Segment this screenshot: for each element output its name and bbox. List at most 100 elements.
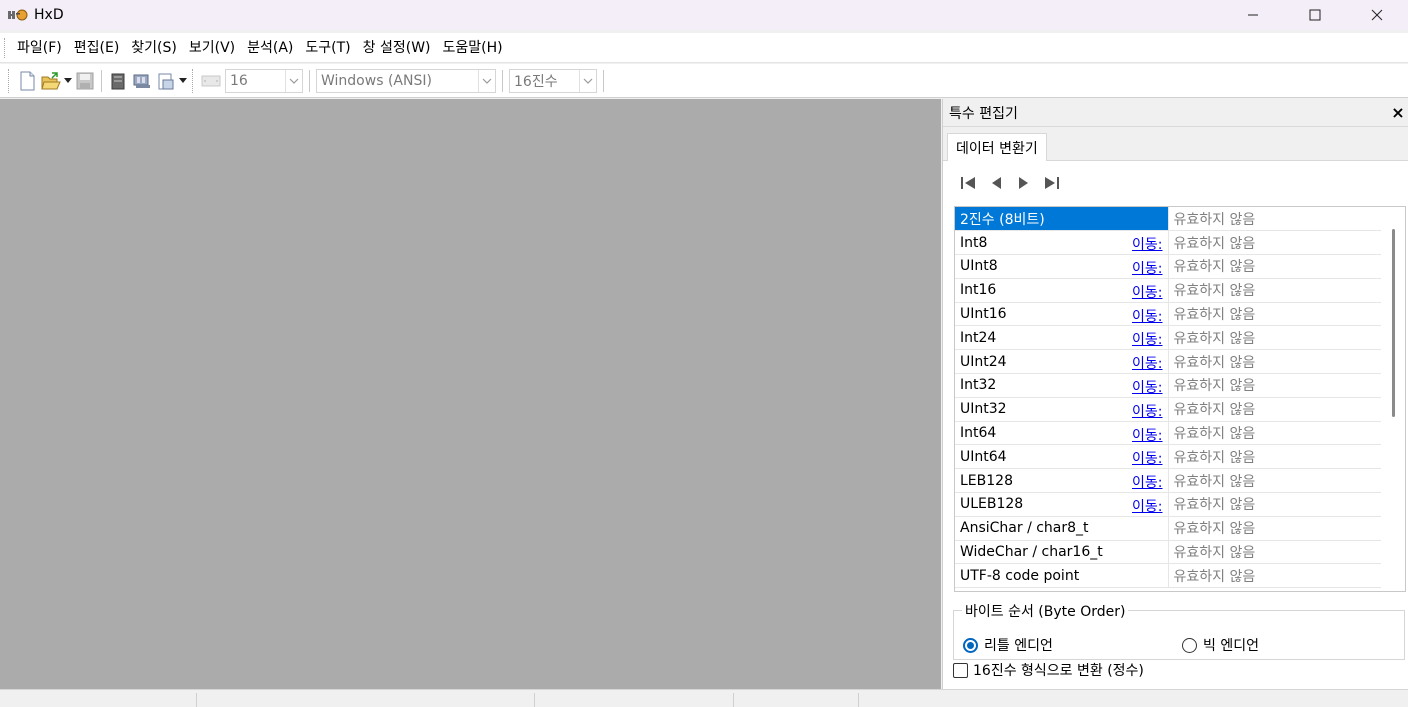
chevron-down-icon [285,69,302,92]
tab-data-inspector[interactable]: 데이터 변환기 [947,133,1047,162]
table-row[interactable]: Int8 이동: 유효하지 않음 [955,230,1381,256]
row-type-cell[interactable]: UInt32 이동: [955,397,1169,422]
menu-tools[interactable]: 도구(T) [299,33,356,63]
row-value-cell[interactable]: 유효하지 않음 [1168,302,1381,327]
goto-link[interactable]: 이동: [1132,234,1162,254]
table-row[interactable]: UInt16 이동: 유효하지 않음 [955,302,1381,327]
first-button[interactable] [957,173,979,193]
row-type-cell[interactable]: Int64 이동: [955,421,1169,446]
row-type-cell[interactable]: 2진수 (8비트) [955,207,1169,232]
table-row[interactable]: Int16 이동: 유효하지 않음 [955,278,1381,303]
bytes-per-row-select[interactable]: 16 [225,68,303,93]
goto-link[interactable]: 이동: [1132,329,1162,349]
row-value-cell[interactable]: 유효하지 않음 [1168,278,1381,303]
goto-link[interactable]: 이동: [1132,353,1162,373]
menu-search[interactable]: 찾기(S) [125,33,183,63]
row-type-cell[interactable]: UTF-8 code point [955,563,1169,589]
little-endian-radio[interactable]: 리틀 엔디언 [963,635,1053,655]
row-type-cell[interactable]: UInt64 이동: [955,444,1169,470]
row-value-cell[interactable]: 유효하지 않음 [1168,325,1381,351]
menu-window[interactable]: 창 설정(W) [357,33,437,63]
big-endian-radio[interactable]: 빅 엔디언 [1182,635,1259,655]
table-row[interactable]: UTF-8 code point 유효하지 않음 [955,563,1381,589]
open-recent-dropdown[interactable] [63,78,73,83]
row-value-cell[interactable]: 유효하지 않음 [1168,516,1381,541]
close-button[interactable] [1346,0,1408,30]
table-row[interactable]: UInt32 이동: 유효하지 않음 [955,397,1381,422]
table-row[interactable]: UInt24 이동: 유효하지 않음 [955,349,1381,375]
table-row[interactable]: AnsiChar / char8_t 유효하지 않음 [955,516,1381,541]
hex-format-checkbox[interactable]: 16진수 형식으로 변환 (정수) [953,660,1144,680]
menu-edit[interactable]: 편집(E) [68,33,126,63]
table-row[interactable]: LEB128 이동: 유효하지 않음 [955,468,1381,494]
scrollbar-thumb[interactable] [1392,229,1395,417]
menu-analysis[interactable]: 분석(A) [241,33,299,63]
row-type-cell[interactable]: LEB128 이동: [955,468,1169,494]
goto-link[interactable]: 이동: [1132,496,1162,516]
table-row[interactable]: UInt8 이동: 유효하지 않음 [955,254,1381,279]
row-value-cell[interactable]: 유효하지 않음 [1168,349,1381,375]
row-type-cell[interactable]: WideChar / char16_t [955,540,1169,565]
tools-button[interactable] [155,69,177,93]
goto-link[interactable]: 이동: [1132,401,1162,421]
row-value-cell[interactable]: 유효하지 않음 [1168,207,1381,232]
table-row[interactable]: ULEB128 이동: 유효하지 않음 [955,492,1381,517]
editor-workspace[interactable] [0,99,941,689]
row-value-cell[interactable]: 유효하지 않음 [1168,492,1381,517]
grid-scrollbar[interactable] [1381,207,1405,591]
row-value-cell[interactable]: 유효하지 않음 [1168,254,1381,279]
row-type-cell[interactable]: Int16 이동: [955,278,1169,303]
row-type-cell[interactable]: Int8 이동: [955,230,1169,256]
menu-file[interactable]: 파일(F) [11,33,68,63]
menu-view[interactable]: 보기(V) [183,33,241,63]
row-type-cell[interactable]: Int32 이동: [955,373,1169,398]
panel-close-button[interactable]: × [1390,103,1406,122]
data-inspector-grid[interactable]: 2진수 (8비트) 유효하지 않음 Int8 이동: 유효하지 않음 UInt8 이동: 유효… [954,206,1406,592]
row-value-cell[interactable]: 유효하지 않음 [1168,421,1381,446]
row-type-cell[interactable]: UInt16 이동: [955,302,1169,327]
disk-icon [111,73,125,89]
new-file-button[interactable] [16,69,38,93]
row-type-cell[interactable]: AnsiChar / char8_t [955,516,1169,541]
next-button[interactable] [1013,173,1035,193]
maximize-button[interactable] [1284,0,1346,30]
row-value-cell[interactable]: 유효하지 않음 [1168,373,1381,398]
table-row[interactable]: Int64 이동: 유효하지 않음 [955,421,1381,446]
row-value-cell[interactable]: 유효하지 않음 [1168,444,1381,470]
toolbar-separator [502,69,503,92]
goto-link[interactable]: 이동: [1132,282,1162,302]
open-disk-button[interactable] [107,69,129,93]
open-memory-button[interactable] [131,69,153,93]
save-button[interactable] [74,69,96,93]
table-row[interactable]: 2진수 (8비트) 유효하지 않음 [955,207,1381,232]
goto-link[interactable]: 이동: [1132,377,1162,397]
last-button[interactable] [1041,173,1063,193]
row-type-cell[interactable]: Int24 이동: [955,325,1169,351]
goto-link[interactable]: 이동: [1132,425,1162,445]
row-type-label: Int24 [960,329,997,346]
row-type-cell[interactable]: UInt8 이동: [955,254,1169,279]
open-file-button[interactable] [40,69,62,93]
row-type-cell[interactable]: UInt24 이동: [955,349,1169,375]
goto-link[interactable]: 이동: [1132,472,1162,492]
row-type-cell[interactable]: ULEB128 이동: [955,492,1169,517]
table-row[interactable]: Int32 이동: 유효하지 않음 [955,373,1381,398]
previous-button[interactable] [985,173,1007,193]
goto-link[interactable]: 이동: [1132,306,1162,326]
bytes-per-row-icon [201,75,221,86]
goto-link[interactable]: 이동: [1132,448,1162,468]
tools-dropdown[interactable] [178,78,188,83]
charset-select[interactable]: Windows (ANSI) [316,68,496,93]
row-value-cell[interactable]: 유효하지 않음 [1168,468,1381,494]
table-row[interactable]: Int24 이동: 유효하지 않음 [955,325,1381,351]
goto-link[interactable]: 이동: [1132,258,1162,278]
row-value-cell[interactable]: 유효하지 않음 [1168,230,1381,256]
minimize-button[interactable] [1222,0,1284,30]
table-row[interactable]: UInt64 이동: 유효하지 않음 [955,444,1381,470]
row-value-cell[interactable]: 유효하지 않음 [1168,540,1381,565]
row-value-cell[interactable]: 유효하지 않음 [1168,397,1381,422]
row-value-cell[interactable]: 유효하지 않음 [1168,563,1381,589]
table-row[interactable]: WideChar / char16_t 유효하지 않음 [955,540,1381,565]
menu-help[interactable]: 도움말(H) [437,33,509,63]
offset-base-select[interactable]: 16진수 [509,68,597,93]
